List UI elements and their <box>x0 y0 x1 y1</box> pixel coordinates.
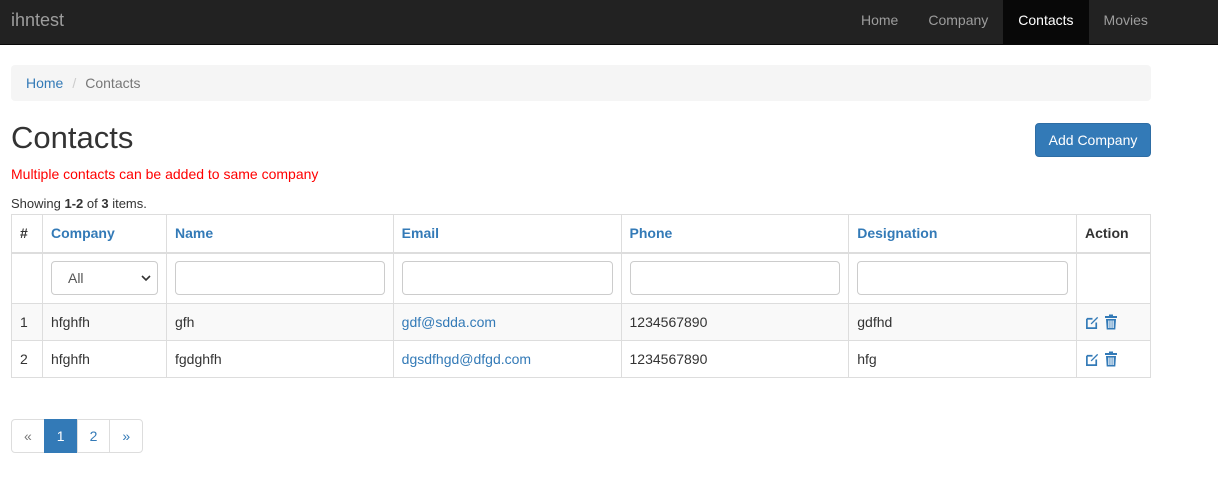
row-num: 1 <box>11 303 43 341</box>
trash-icon[interactable] <box>1104 314 1118 330</box>
add-company-button[interactable]: Add Company <box>1035 123 1151 157</box>
company-filter-select[interactable]: All <box>50 261 158 296</box>
breadcrumb: Home / Contacts <box>11 65 1151 101</box>
notice-text: Multiple contacts can be added to same c… <box>11 166 319 182</box>
breadcrumb-current: Contacts <box>85 75 141 91</box>
header-email: Email <box>392 214 622 254</box>
header-row: # Company Name Email Phone Designation A… <box>11 214 1151 254</box>
row-designation: hfg <box>848 340 1077 378</box>
filter-cell-phone <box>620 252 850 304</box>
main-nav: Home Company Contacts Movies <box>846 0 1163 45</box>
results-summary: Showing 1-2 of 3 items. <box>11 196 147 212</box>
nav-home[interactable]: Home <box>846 0 913 45</box>
sort-name-link[interactable]: Name <box>175 225 213 241</box>
filter-row: All <box>11 252 1151 304</box>
filter-cell-empty <box>11 252 43 304</box>
page-title: Contacts <box>11 120 134 155</box>
brand-logo[interactable]: ihntest <box>11 10 64 30</box>
designation-filter-input[interactable] <box>857 261 1068 296</box>
breadcrumb-home-link[interactable]: Home <box>26 75 63 91</box>
summary-prefix: Showing <box>11 196 65 211</box>
summary-of: of <box>83 196 102 211</box>
header-num: # <box>11 214 43 254</box>
pagination: « 1 2 » <box>11 419 144 453</box>
sort-designation-link[interactable]: Designation <box>857 225 937 241</box>
row-company: hfghfh <box>41 340 167 378</box>
filter-cell-company: All <box>41 252 167 304</box>
filter-cell-email <box>392 252 622 304</box>
header-designation: Designation <box>848 214 1077 254</box>
row-email-link[interactable]: dgsdfhgd@dfgd.com <box>402 351 531 367</box>
row-actions <box>1076 340 1151 378</box>
nav-movies[interactable]: Movies <box>1089 0 1163 45</box>
table-row: 2 hfghfh fgdghfh dgsdfhgd@dfgd.com 12345… <box>11 340 1151 378</box>
row-phone: 1234567890 <box>620 340 850 378</box>
row-num: 2 <box>11 340 43 378</box>
contacts-table: # Company Name Email Phone Designation A… <box>11 214 1151 378</box>
breadcrumb-separator: / <box>72 75 77 91</box>
pagination-page-2[interactable]: 2 <box>76 419 111 453</box>
top-navbar: ihntest Home Company Contacts Movies <box>0 0 1218 45</box>
header-action: Action <box>1076 214 1151 254</box>
row-name: fgdghfh <box>165 340 394 378</box>
row-designation: gdfhd <box>848 303 1077 341</box>
pagination-prev[interactable]: « <box>11 419 45 453</box>
filter-cell-name <box>165 252 394 304</box>
row-phone: 1234567890 <box>620 303 850 341</box>
row-actions <box>1076 303 1151 341</box>
row-email-link[interactable]: gdf@sdda.com <box>402 314 496 330</box>
email-filter-input[interactable] <box>401 261 613 296</box>
edit-icon[interactable] <box>1085 352 1100 367</box>
header-company: Company <box>41 214 167 254</box>
row-name: gfh <box>165 303 394 341</box>
nav-company[interactable]: Company <box>913 0 1003 45</box>
summary-suffix: items. <box>108 196 147 211</box>
nav-contacts[interactable]: Contacts <box>1003 0 1089 45</box>
sort-email-link[interactable]: Email <box>402 225 439 241</box>
company-filter-value: All <box>67 270 84 287</box>
pagination-page-1[interactable]: 1 <box>43 419 78 453</box>
filter-cell-action <box>1076 252 1151 304</box>
phone-filter-input[interactable] <box>629 261 841 296</box>
summary-total: 3 <box>101 196 109 211</box>
row-email-cell: gdf@sdda.com <box>392 303 622 341</box>
summary-range: 1-2 <box>64 196 84 211</box>
sort-phone-link[interactable]: Phone <box>630 225 673 241</box>
name-filter-input[interactable] <box>174 261 385 296</box>
header-name: Name <box>165 214 394 254</box>
sort-company-link[interactable]: Company <box>51 225 115 241</box>
table-row: 1 hfghfh gfh gdf@sdda.com 1234567890 gdf… <box>11 303 1151 341</box>
chevron-down-icon <box>141 275 151 282</box>
filter-cell-designation <box>848 252 1077 304</box>
trash-icon[interactable] <box>1104 351 1118 367</box>
row-email-cell: dgsdfhgd@dfgd.com <box>392 340 622 378</box>
row-company: hfghfh <box>41 303 167 341</box>
header-phone: Phone <box>620 214 850 254</box>
edit-icon[interactable] <box>1085 315 1100 330</box>
pagination-next[interactable]: » <box>109 419 144 453</box>
